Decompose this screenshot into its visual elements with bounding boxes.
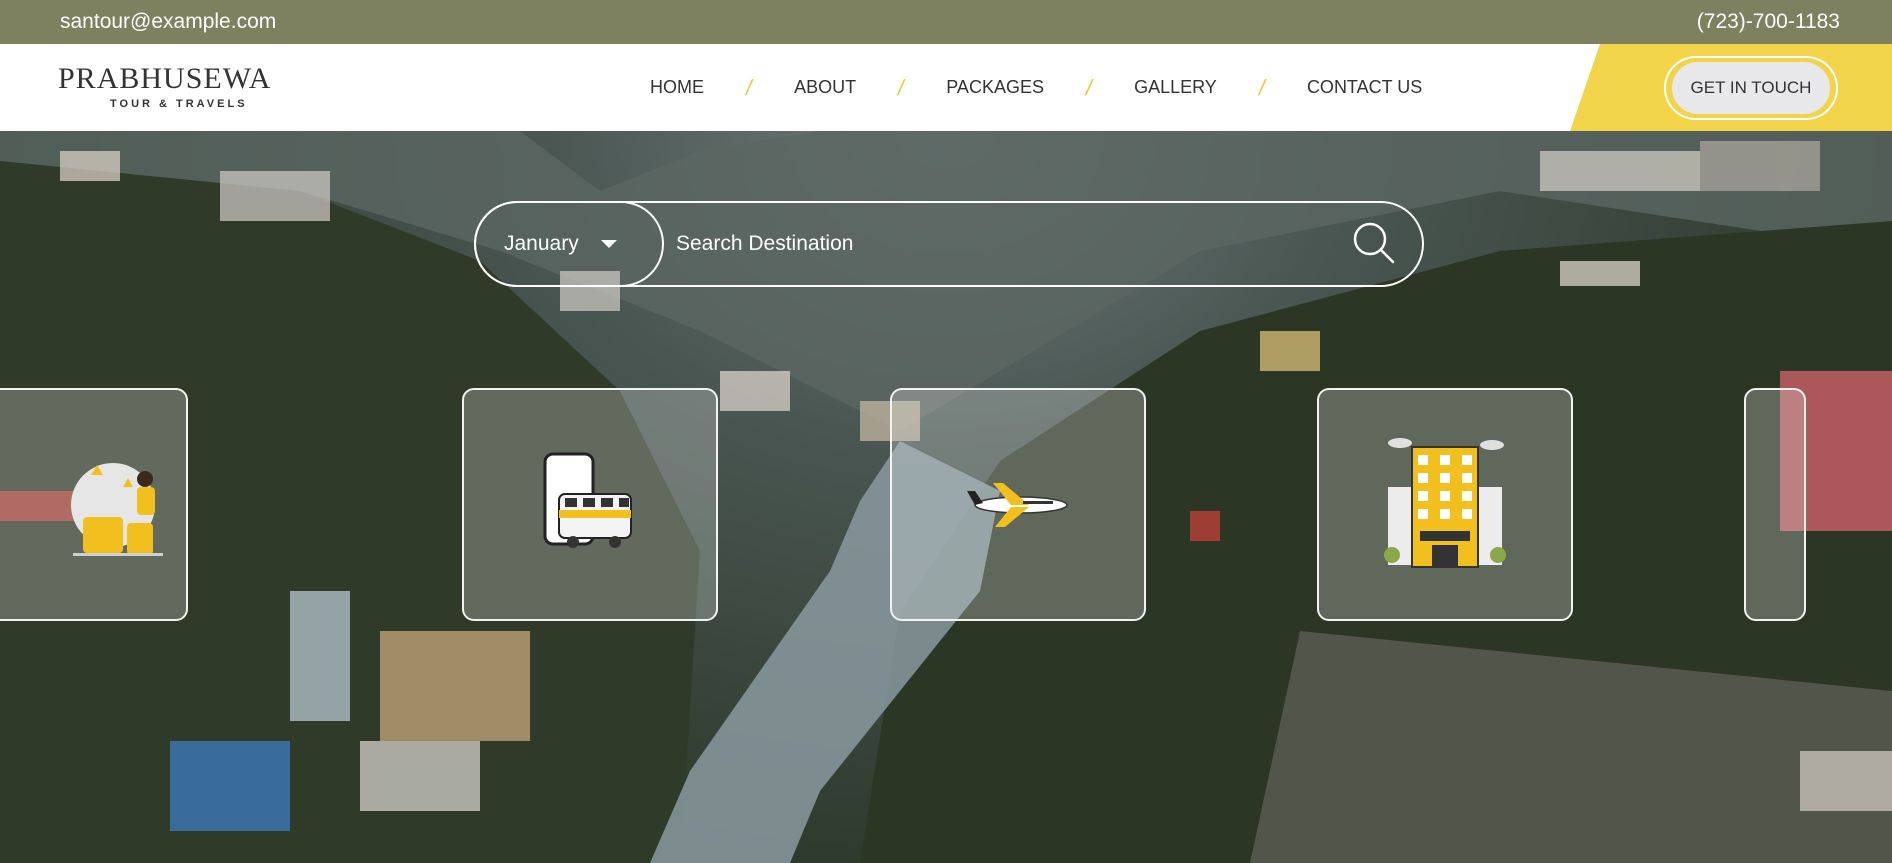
main-nav: HOME / ABOUT / PACKAGES / GALLERY / CONT… [650,44,1422,131]
nav-separator: / [743,74,755,100]
chevron-down-icon [600,240,617,248]
nav-packages[interactable]: PACKAGES [946,77,1044,98]
destination-search-bar: January [474,201,1424,287]
hero-section: January [0,131,1892,863]
search-input[interactable] [676,221,1316,267]
site-header: PRABHUSEWA TOUR & TRAVELS HOME / ABOUT /… [0,44,1892,131]
month-dropdown[interactable]: January [474,201,664,287]
nav-separator: / [1083,74,1095,100]
service-card-train[interactable] [462,388,718,621]
traveler-luggage-icon [71,462,163,556]
train-icon [543,452,632,548]
month-value: January [504,232,579,255]
service-card-tours[interactable] [0,388,188,621]
hotel-icon [1384,437,1506,568]
airplane-icon [967,482,1068,527]
nav-separator: / [1256,74,1268,100]
logo-name: PRABHUSEWA [58,62,272,95]
service-card-flight[interactable] [890,388,1146,621]
nav-gallery[interactable]: GALLERY [1134,77,1217,98]
logo-tagline: TOUR & TRAVELS [110,98,248,110]
search-icon[interactable] [1352,221,1396,265]
site-logo[interactable]: PRABHUSEWA TOUR & TRAVELS [58,54,270,120]
service-card-partial[interactable] [1744,388,1806,621]
top-bar: santour@example.com (723)-700-1183 [0,0,1892,44]
get-in-touch-button[interactable]: GET IN TOUCH [1664,56,1838,120]
nav-home[interactable]: HOME [650,77,704,98]
nav-separator: / [896,74,907,100]
nav-about[interactable]: ABOUT [794,77,856,98]
nav-contact-us[interactable]: CONTACT US [1307,77,1422,98]
service-card-hotel[interactable] [1317,388,1573,621]
contact-phone[interactable]: (723)-700-1183 [1697,10,1840,34]
get-in-touch-label: GET IN TOUCH [1672,62,1830,114]
contact-email[interactable]: santour@example.com [60,10,276,34]
